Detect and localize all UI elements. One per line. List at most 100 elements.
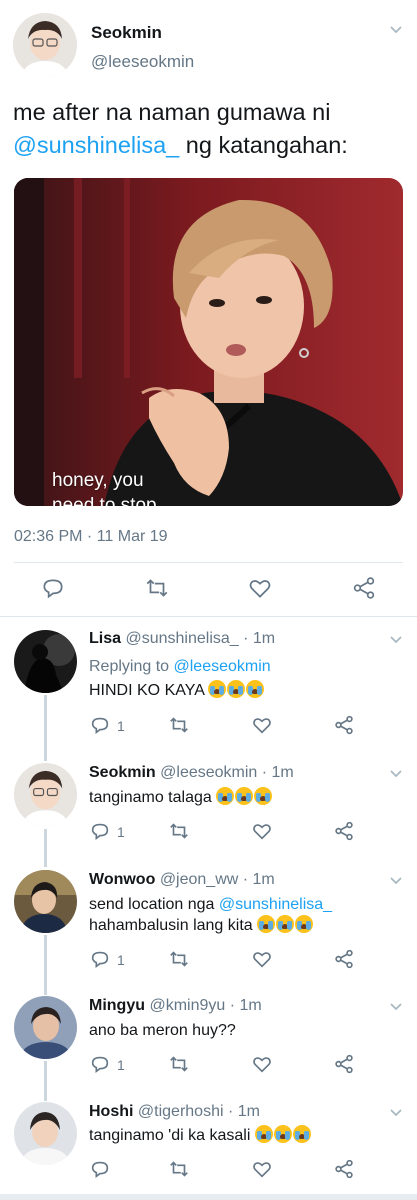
retweet-icon[interactable] — [168, 1053, 194, 1079]
crying-emoji-icon — [227, 680, 246, 698]
reply-header: Seokmin @leeseokmin · 1m — [89, 764, 294, 782]
reply-tweet[interactable]: Seokmin @leeseokmin · 1m tanginamo talag… — [0, 755, 417, 860]
avatar[interactable] — [14, 1102, 77, 1165]
reply-text-content: tanginamo 'di ka kasali — [89, 1127, 251, 1144]
reply-header: Lisa @sunshinelisa_ · 1m — [89, 630, 275, 648]
retweet-icon[interactable] — [144, 575, 170, 601]
replying-to-prefix: Replying to — [89, 658, 174, 675]
reply-tweet[interactable]: Wonwoo @jeon_ww · 1m send location nga @… — [0, 862, 417, 987]
chevron-down-icon[interactable] — [390, 636, 402, 644]
crying-emoji-icon — [208, 680, 227, 698]
avatar[interactable] — [14, 996, 77, 1059]
like-icon[interactable] — [251, 820, 277, 846]
like-icon[interactable] — [251, 1158, 277, 1184]
author-handle[interactable]: @leeseokmin — [91, 52, 194, 72]
reply-text-content: ano ba meron huy?? — [89, 1022, 236, 1039]
crying-emoji-icon — [216, 787, 235, 805]
share-icon[interactable] — [333, 714, 359, 740]
retweet-icon[interactable] — [168, 948, 194, 974]
reply-count: 1 — [117, 1057, 125, 1073]
reply-text: ano ba meron huy?? — [89, 1020, 389, 1041]
reply-text-content: send location nga — [89, 896, 219, 913]
author-avatar[interactable] — [13, 13, 77, 77]
reply-author-name[interactable]: Mingyu — [89, 997, 145, 1014]
crying-emoji-icon — [254, 1125, 273, 1143]
reply-author-name[interactable]: Seokmin — [89, 764, 156, 781]
reply-count: 1 — [117, 952, 125, 968]
reply-tweet[interactable]: Mingyu @kmin9yu · 1m ano ba meron huy?? … — [0, 990, 417, 1095]
reply-text-content: tanginamo talaga — [89, 789, 212, 806]
avatar[interactable] — [14, 763, 77, 826]
crying-emoji-icon — [246, 680, 265, 698]
tweet-action-bar — [0, 575, 417, 605]
crying-emoji-icon — [254, 787, 273, 805]
chevron-down-icon[interactable] — [390, 770, 402, 778]
share-icon[interactable] — [333, 1158, 359, 1184]
crying-emoji-icon — [292, 1125, 311, 1143]
reply-meta: @sunshinelisa_ · 1m — [125, 630, 276, 647]
meme-caption-line: need to stop — [52, 495, 157, 506]
reply-count: 1 — [117, 718, 125, 734]
reply-text-content: hahambalusin lang kita — [89, 917, 253, 934]
reply-author-name[interactable]: Lisa — [89, 630, 121, 647]
chevron-down-icon[interactable] — [390, 1003, 402, 1011]
reply-icon[interactable] — [89, 820, 115, 846]
divider — [14, 562, 403, 563]
share-icon[interactable] — [351, 575, 377, 601]
meme-caption: honey, you need to stop — [52, 468, 157, 506]
mention-link[interactable]: @sunshinelisa_ — [219, 896, 332, 913]
reply-icon[interactable] — [89, 1158, 115, 1184]
reply-icon[interactable] — [89, 948, 115, 974]
divider — [0, 616, 417, 617]
tweet-text-part: me after na naman gumawa ni — [13, 99, 331, 125]
crying-emoji-icon — [276, 915, 295, 933]
like-icon[interactable] — [247, 575, 273, 601]
reply-text: send location nga @sunshinelisa_ hahamba… — [89, 894, 389, 936]
reply-author-name[interactable]: Wonwoo — [89, 871, 155, 888]
reply-text: HINDI KO KAYA — [89, 680, 389, 701]
reply-meta: @jeon_ww · 1m — [159, 871, 275, 888]
reply-tweet[interactable]: Lisa @sunshinelisa_ · 1m Replying to @le… — [0, 620, 417, 750]
share-icon[interactable] — [333, 948, 359, 974]
tweet-text: me after na naman gumawa ni @sunshinelis… — [13, 96, 408, 162]
avatar[interactable] — [14, 630, 77, 693]
chevron-down-icon[interactable] — [390, 1109, 402, 1117]
crying-emoji-icon — [273, 1125, 292, 1143]
reply-icon[interactable] — [89, 1053, 115, 1079]
replying-to-link[interactable]: @leeseokmin — [174, 658, 271, 675]
reply-icon[interactable] — [89, 714, 115, 740]
chevron-down-icon[interactable] — [390, 877, 402, 885]
bottom-separator — [0, 1194, 417, 1200]
reply-author-name[interactable]: Hoshi — [89, 1103, 133, 1120]
meme-image[interactable]: honey, you need to stop — [14, 178, 403, 506]
reply-meta: @kmin9yu · 1m — [149, 997, 262, 1014]
like-icon[interactable] — [251, 714, 277, 740]
reply-header: Wonwoo @jeon_ww · 1m — [89, 871, 275, 889]
like-icon[interactable] — [251, 948, 277, 974]
reply-meta: @tigerhoshi · 1m — [137, 1103, 260, 1120]
retweet-icon[interactable] — [168, 1158, 194, 1184]
reply-count: 1 — [117, 824, 125, 840]
avatar[interactable] — [14, 870, 77, 933]
retweet-icon[interactable] — [168, 820, 194, 846]
author-name[interactable]: Seokmin — [91, 23, 162, 43]
tweet-text-part: ng katangahan: — [179, 132, 348, 158]
mention-link[interactable]: @sunshinelisa_ — [13, 132, 179, 158]
reply-meta: @leeseokmin · 1m — [160, 764, 294, 781]
crying-emoji-icon — [257, 915, 276, 933]
replying-to: Replying to @leeseokmin — [89, 656, 389, 677]
retweet-icon[interactable] — [168, 714, 194, 740]
reply-icon[interactable] — [40, 575, 66, 601]
like-icon[interactable] — [251, 1053, 277, 1079]
reply-tweet[interactable]: Hoshi @tigerhoshi · 1m tanginamo 'di ka … — [0, 1096, 417, 1194]
reply-text: tanginamo 'di ka kasali — [89, 1125, 389, 1146]
share-icon[interactable] — [333, 1053, 359, 1079]
share-icon[interactable] — [333, 820, 359, 846]
chevron-down-icon[interactable] — [390, 26, 402, 34]
tweet-timestamp[interactable]: 02:36 PM · 11 Mar 19 — [14, 528, 168, 546]
meme-caption-line: honey, you — [52, 470, 144, 491]
reply-text: tanginamo talaga — [89, 787, 389, 808]
crying-emoji-icon — [295, 915, 314, 933]
crying-emoji-icon — [235, 787, 254, 805]
reply-header: Hoshi @tigerhoshi · 1m — [89, 1103, 260, 1121]
